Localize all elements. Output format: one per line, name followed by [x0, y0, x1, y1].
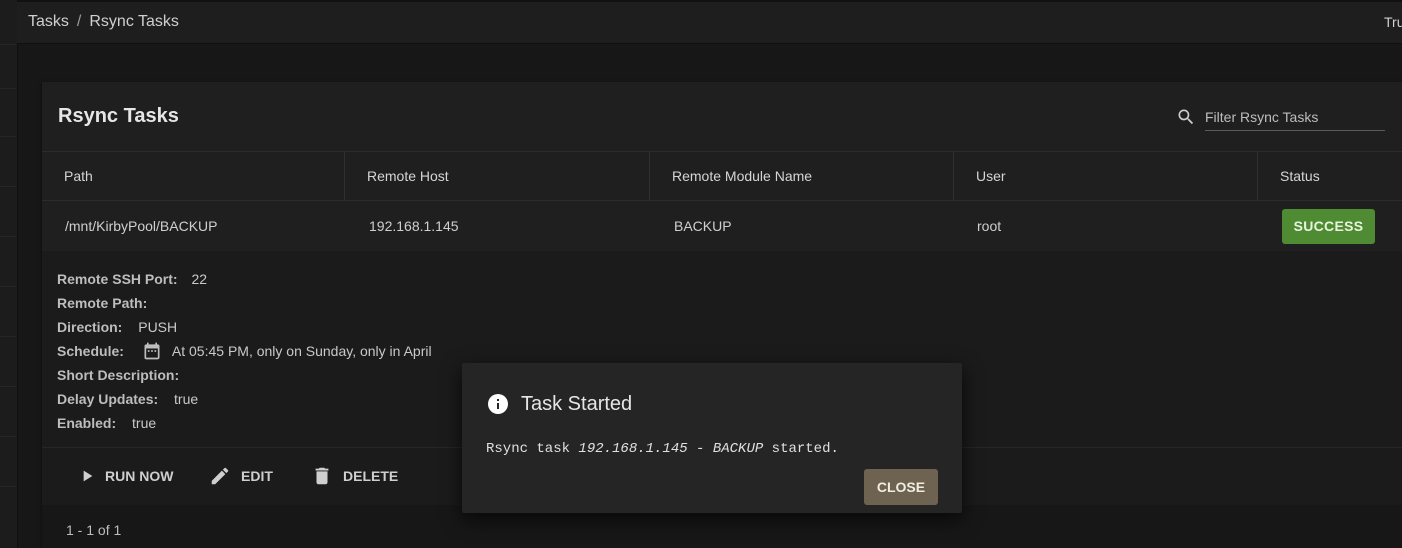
side-nav-divider [0, 236, 16, 237]
column-header-remote-host[interactable]: Remote Host [344, 152, 649, 200]
detail-enabled: Enabled: true [57, 413, 156, 433]
detail-value: true [174, 391, 199, 407]
side-nav-divider [0, 436, 16, 437]
column-header-remote-module[interactable]: Remote Module Name [649, 152, 953, 200]
table-header: Path Remote Host Remote Module Name User… [42, 151, 1402, 201]
trash-icon [315, 467, 329, 485]
dialog-title-text: Task Started [521, 392, 633, 415]
column-header-user[interactable]: User [953, 152, 1257, 200]
side-nav-divider [0, 136, 16, 137]
detail-remote-path: Remote Path: [57, 293, 147, 313]
cell-path: /mnt/KirbyPool/BACKUP [65, 218, 218, 234]
cell-user: root [977, 218, 1002, 234]
pencil-icon [211, 467, 229, 485]
side-nav-divider [0, 336, 16, 337]
search-box [1176, 104, 1385, 132]
breadcrumb-separator: / [76, 13, 82, 30]
side-nav-divider [0, 286, 16, 287]
cell-remote-module: BACKUP [674, 218, 732, 234]
detail-direction: Direction: PUSH [57, 317, 177, 337]
side-nav-divider [0, 44, 16, 45]
dialog-message: Rsync task 192.168.1.145 - BACKUP starte… [486, 441, 839, 457]
side-nav-divider [0, 88, 16, 89]
status-badge[interactable]: SUCCESS [1282, 209, 1375, 244]
breadcrumb-tasks[interactable]: Tasks [28, 13, 69, 30]
search-icon[interactable] [1176, 107, 1196, 127]
table-row[interactable]: /mnt/KirbyPool/BACKUP 192.168.1.145 BACK… [42, 201, 1402, 251]
detail-label: Schedule: [57, 343, 124, 359]
breadcrumb: Tasks / Rsync Tasks [28, 13, 179, 31]
delete-label: DELETE [343, 468, 399, 484]
detail-value: At 05:45 PM, only on Sunday, only in Apr… [171, 343, 432, 359]
detail-label: Remote Path: [57, 295, 148, 311]
message-suffix: started. [763, 441, 839, 457]
detail-ssh-port: Remote SSH Port: 22 [57, 269, 207, 289]
column-header-status[interactable]: Status [1257, 152, 1402, 200]
dialog-title: Task Started [486, 392, 632, 416]
side-nav-divider [0, 186, 16, 187]
calendar-icon [144, 342, 160, 360]
header-right-text: Tru [1384, 14, 1402, 30]
delete-button[interactable]: DELETE [311, 464, 398, 488]
top-bar: Tasks / Rsync Tasks Tru [17, 0, 1402, 44]
run-now-button[interactable]: RUN NOW [79, 464, 173, 488]
edit-button[interactable]: EDIT [209, 464, 273, 488]
side-nav-divider [0, 386, 16, 387]
detail-label: Short Description: [57, 367, 180, 383]
pagination-range: 1 - 1 of 1 [66, 522, 122, 538]
play-icon [83, 470, 93, 482]
close-button[interactable]: CLOSE [864, 469, 938, 505]
info-icon [488, 394, 508, 414]
detail-short-description: Short Description: [57, 365, 179, 385]
detail-value: 22 [191, 271, 208, 287]
detail-value: true [132, 415, 157, 431]
run-now-label: RUN NOW [105, 468, 174, 484]
detail-delay-updates: Delay Updates: true [57, 389, 198, 409]
side-nav-divider [0, 486, 16, 487]
cell-remote-host: 192.168.1.145 [369, 218, 459, 234]
column-header-path[interactable]: Path [42, 152, 344, 200]
detail-label: Remote SSH Port: [57, 271, 178, 287]
card-title: Rsync Tasks [58, 105, 179, 127]
detail-value: PUSH [138, 319, 178, 335]
message-prefix: Rsync task [486, 441, 579, 457]
detail-label: Direction: [57, 319, 123, 335]
detail-schedule: Schedule: At 05:45 PM, only on Sunday, o… [57, 341, 432, 361]
detail-label: Enabled: [57, 415, 117, 431]
side-nav-rail [0, 0, 18, 548]
task-started-dialog: Task Started Rsync task 192.168.1.145 - … [462, 363, 962, 513]
message-task-name: 192.168.1.145 - BACKUP [578, 441, 764, 457]
breadcrumb-rsync-tasks: Rsync Tasks [89, 13, 179, 30]
edit-label: EDIT [241, 468, 273, 484]
detail-label: Delay Updates: [57, 391, 159, 407]
filter-input[interactable] [1205, 104, 1385, 131]
